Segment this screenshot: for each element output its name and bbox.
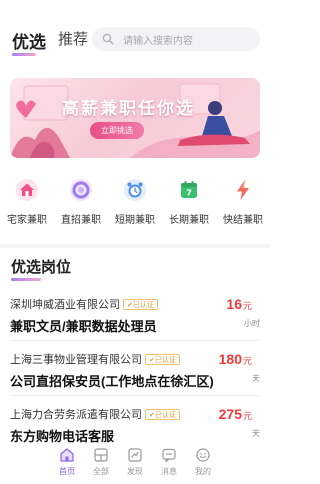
job-price: 180元 bbox=[219, 351, 252, 367]
job-title: 东方购物电话客服 bbox=[10, 429, 115, 444]
category-direct-hire[interactable]: 直招兼职 bbox=[54, 178, 108, 226]
ring-icon bbox=[70, 179, 92, 201]
search-icon bbox=[102, 33, 114, 45]
company-name-text: 上海三事物业管理有限公司 bbox=[10, 354, 142, 366]
job-separator bbox=[10, 395, 260, 396]
verified-badge: ✔已认证 bbox=[145, 354, 180, 365]
price-currency: 元 bbox=[242, 356, 252, 366]
job-separator bbox=[10, 340, 260, 341]
category-label: 宅家兼职 bbox=[7, 215, 47, 226]
nav-label: 我的 bbox=[195, 467, 211, 476]
job-card[interactable]: 上海三事物业管理有限公司 ✔已认证 公司直招保安员(工作地点在徐汇区) 180元 … bbox=[10, 351, 260, 407]
app-root: 优选 推荐 请输入搜索内容 高薪兼职任你选 立即挑选 宅家兼职 直招兼职 短期兼… bbox=[0, 0, 270, 484]
price-currency: 元 bbox=[242, 411, 252, 421]
profile-icon bbox=[196, 448, 210, 462]
verified-badge-text: 已认证 bbox=[154, 412, 176, 419]
message-icon bbox=[162, 448, 176, 463]
bottom-navigation: 首页 全部 发现 消息 我的 bbox=[0, 444, 270, 484]
job-title: 公司直招保安员(工作地点在徐汇区) bbox=[10, 374, 214, 389]
category-long-term[interactable]: 7 长期兼职 bbox=[162, 178, 216, 226]
company-name: 深圳坤威酒业有限公司 ✔已认证 bbox=[10, 296, 158, 312]
discover-icon bbox=[128, 448, 142, 462]
home-icon bbox=[60, 448, 74, 462]
price-unit: 小时 bbox=[244, 319, 260, 328]
job-price: 275元 bbox=[219, 406, 252, 422]
price-value: 275 bbox=[218, 406, 242, 422]
banner-title: 高薪兼职任你选 bbox=[62, 99, 195, 119]
category-quick-pay[interactable]: 快结兼职 bbox=[216, 178, 270, 226]
price-unit: 天 bbox=[252, 429, 260, 438]
verified-badge: ✔已认证 bbox=[123, 299, 158, 310]
company-name-text: 上海力合劳务派遣有限公司 bbox=[10, 409, 142, 421]
category-label: 短期兼职 bbox=[115, 215, 155, 226]
verified-badge-text: 已认证 bbox=[154, 357, 176, 364]
price-value: 16 bbox=[226, 296, 242, 312]
company-name: 上海三事物业管理有限公司 ✔已认证 bbox=[10, 351, 180, 367]
category-label: 快结兼职 bbox=[223, 215, 263, 226]
category-work-from-home[interactable]: 宅家兼职 bbox=[0, 178, 54, 226]
house-icon bbox=[16, 179, 38, 201]
grid-icon bbox=[94, 448, 108, 462]
section-title-underline bbox=[11, 278, 41, 281]
job-title: 兼职文员/兼职数据处理员 bbox=[10, 319, 157, 334]
category-label: 长期兼职 bbox=[169, 215, 209, 226]
category-grid: 宅家兼职 直招兼职 短期兼职 7 长期兼职 快结兼职 bbox=[0, 178, 270, 238]
section-title: 优选岗位 bbox=[11, 259, 72, 276]
promo-banner[interactable]: 高薪兼职任你选 立即挑选 bbox=[10, 78, 260, 158]
job-price: 16元 bbox=[226, 296, 252, 312]
verified-badge: ✔已认证 bbox=[145, 409, 180, 420]
alarm-clock-icon bbox=[124, 179, 146, 201]
search-input[interactable]: 请输入搜索内容 bbox=[92, 27, 260, 51]
calendar-icon: 7 bbox=[181, 181, 197, 198]
company-name: 上海力合劳务派遣有限公司 ✔已认证 bbox=[10, 406, 180, 422]
active-tab-indicator bbox=[12, 53, 36, 56]
price-unit: 天 bbox=[252, 374, 260, 383]
search-placeholder: 请输入搜索内容 bbox=[123, 35, 193, 47]
price-currency: 元 bbox=[242, 301, 252, 311]
lightning-icon bbox=[237, 180, 249, 200]
category-short-term[interactable]: 短期兼职 bbox=[108, 178, 162, 226]
company-name-text: 深圳坤威酒业有限公司 bbox=[10, 299, 120, 311]
job-card[interactable]: 深圳坤威酒业有限公司 ✔已认证 兼职文员/兼职数据处理员 16元 小时 bbox=[10, 296, 260, 352]
price-value: 180 bbox=[218, 351, 242, 367]
verified-badge-text: 已认证 bbox=[132, 302, 154, 309]
top-header: 优选 推荐 请输入搜索内容 bbox=[0, 0, 270, 68]
svg-text:7: 7 bbox=[186, 189, 192, 198]
category-label: 直招兼职 bbox=[61, 215, 101, 226]
tab-featured[interactable]: 优选 bbox=[12, 28, 46, 53]
nav-profile[interactable]: 我的 bbox=[183, 447, 223, 477]
banner-cta-button[interactable]: 立即挑选 bbox=[90, 122, 144, 139]
section-divider bbox=[0, 244, 270, 248]
tab-recommended[interactable]: 推荐 bbox=[58, 28, 88, 49]
